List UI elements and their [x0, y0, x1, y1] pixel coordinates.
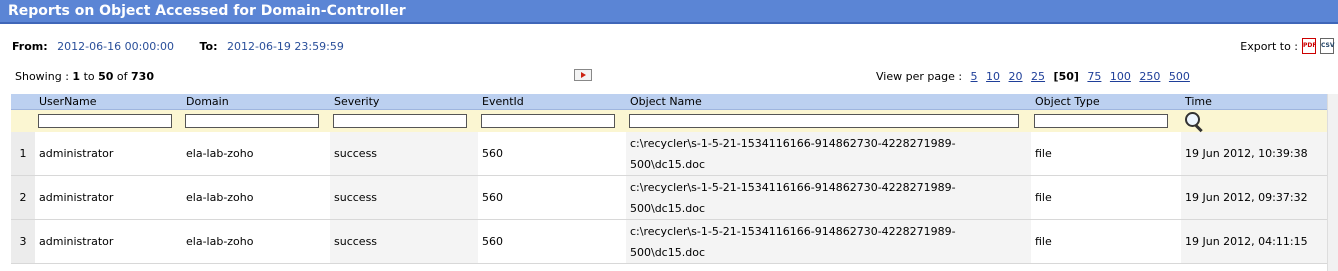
per-page-current: [50]	[1053, 70, 1079, 83]
per-page-option[interactable]: 5	[971, 70, 978, 83]
cell-severity: success	[330, 175, 478, 220]
table-row[interactable]: 1 administrator ela-lab-zoho success 560…	[11, 132, 1328, 176]
per-page-option[interactable]: 100	[1110, 70, 1131, 83]
per-page-option[interactable]: 500	[1169, 70, 1190, 83]
showing-end: 50	[98, 70, 114, 83]
export-controls: Export to : PDF CSV	[1240, 38, 1334, 54]
cell-object-name: c:\recycler\s-1-5-21-1534116166-91486273…	[626, 132, 1031, 176]
column-header-object-type[interactable]: Object Type	[1031, 94, 1181, 110]
column-header-username[interactable]: UserName	[35, 94, 182, 110]
table-row[interactable]: 3 administrator ela-lab-zoho success 560…	[11, 219, 1328, 264]
per-page-option[interactable]: 20	[1009, 70, 1023, 83]
column-header-eventid[interactable]: EventId	[478, 94, 626, 110]
cell-eventid: 560	[478, 219, 626, 264]
per-page-option[interactable]: 10	[986, 70, 1000, 83]
per-page-option[interactable]: 250	[1139, 70, 1160, 83]
cell-domain: ela-lab-zoho	[182, 132, 330, 176]
export-label: Export to :	[1240, 39, 1298, 53]
domain-filter-input[interactable]	[185, 114, 319, 128]
cell-username: administrator	[35, 132, 182, 176]
pdf-icon[interactable]: PDF	[1302, 38, 1316, 54]
next-page-button[interactable]	[574, 69, 592, 81]
filter-spacer	[11, 109, 35, 132]
column-header-severity[interactable]: Severity	[330, 94, 478, 110]
cell-username: administrator	[35, 175, 182, 220]
object-name-line: 500\dc15.doc	[630, 245, 705, 259]
column-header-domain[interactable]: Domain	[182, 94, 330, 110]
row-number: 3	[11, 219, 35, 264]
date-range: From: 2012-06-16 00:00:00 To: 2012-06-19…	[12, 40, 344, 53]
per-page-label: View per page :	[876, 70, 963, 83]
report-title: Reports on Object Accessed for Domain-Co…	[8, 3, 406, 19]
cell-domain: ela-lab-zoho	[182, 175, 330, 220]
cell-object-name: c:\recycler\s-1-5-21-1534116166-91486273…	[626, 219, 1031, 264]
column-header-time[interactable]: Time	[1181, 94, 1328, 110]
cell-severity: success	[330, 219, 478, 264]
from-value: 2012-06-16 00:00:00	[57, 40, 174, 53]
csv-icon[interactable]: CSV	[1320, 38, 1334, 54]
object-name-line: 500\dc15.doc	[630, 157, 705, 171]
showing-to: to	[83, 70, 95, 83]
column-header-num	[11, 94, 35, 110]
from-label: From:	[12, 40, 48, 53]
column-header-object-name[interactable]: Object Name	[626, 94, 1031, 110]
severity-filter-input[interactable]	[333, 114, 467, 128]
showing-total: 730	[131, 70, 154, 83]
username-filter-input[interactable]	[38, 114, 172, 128]
object-name-line: 500\dc15.doc	[630, 201, 705, 215]
filter-row	[11, 109, 1328, 133]
column-header-row: UserName Domain Severity EventId Object …	[11, 94, 1328, 110]
showing-start: 1	[72, 70, 81, 83]
cell-time: 19 Jun 2012, 04:11:15	[1181, 219, 1328, 264]
cell-object-type: file	[1031, 132, 1181, 176]
per-page-option[interactable]: 75	[1087, 70, 1101, 83]
cell-domain: ela-lab-zoho	[182, 219, 330, 264]
table-row[interactable]: 2 administrator ela-lab-zoho success 560…	[11, 175, 1328, 220]
cell-object-type: file	[1031, 175, 1181, 220]
paging-toolbar: Showing : 1 to 50 of 730 View per page :…	[0, 66, 1338, 90]
cell-eventid: 560	[478, 132, 626, 176]
to-value: 2012-06-19 23:59:59	[226, 40, 344, 53]
object-name-line: c:\recycler\s-1-5-21-1534116166-91486273…	[630, 136, 956, 150]
showing-summary: Showing : 1 to 50 of 730	[15, 70, 154, 83]
cell-object-name: c:\recycler\s-1-5-21-1534116166-91486273…	[626, 175, 1031, 220]
report-title-bar: Reports on Object Accessed for Domain-Co…	[0, 0, 1338, 24]
showing-label: Showing :	[15, 70, 69, 83]
to-label: To:	[199, 40, 218, 53]
cell-time: 19 Jun 2012, 10:39:38	[1181, 132, 1328, 176]
search-icon[interactable]	[1184, 111, 1204, 133]
cell-username: administrator	[35, 219, 182, 264]
per-page-selector: View per page : 5 10 20 25 [50] 75 100 2…	[876, 70, 1190, 83]
cell-time: 19 Jun 2012, 09:37:32	[1181, 175, 1328, 220]
eventid-filter-input[interactable]	[481, 114, 615, 128]
object-type-filter-input[interactable]	[1034, 114, 1168, 128]
row-number: 2	[11, 175, 35, 220]
cell-eventid: 560	[478, 175, 626, 220]
showing-of: of	[116, 70, 128, 83]
cell-object-type: file	[1031, 219, 1181, 264]
object-name-filter-input[interactable]	[629, 114, 1019, 128]
row-number: 1	[11, 132, 35, 176]
object-name-line: c:\recycler\s-1-5-21-1534116166-91486273…	[630, 180, 956, 194]
per-page-option[interactable]: 25	[1031, 70, 1045, 83]
object-name-line: c:\recycler\s-1-5-21-1534116166-91486273…	[630, 224, 956, 238]
vertical-scrollbar[interactable]	[1327, 94, 1338, 271]
cell-severity: success	[330, 132, 478, 176]
events-table: UserName Domain Severity EventId Object …	[11, 94, 1328, 264]
